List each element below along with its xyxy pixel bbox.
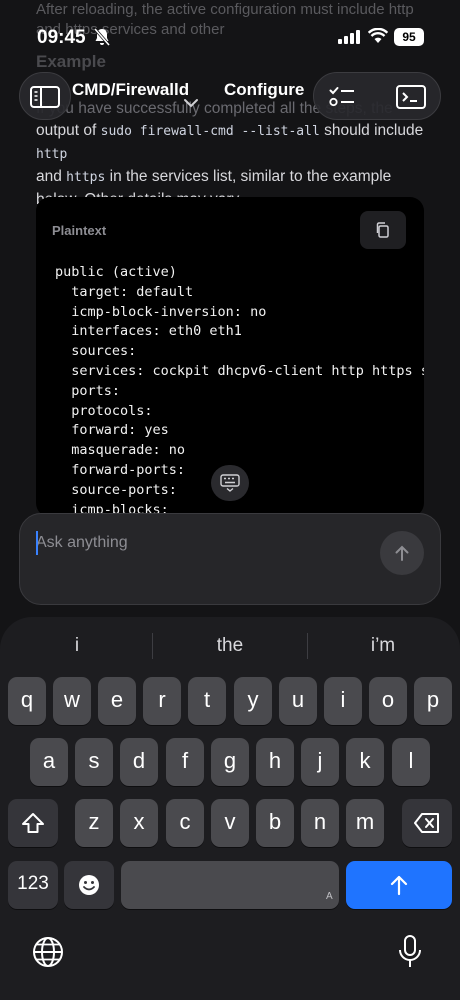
key-h[interactable]: h <box>256 738 294 786</box>
code-line: target: default <box>55 283 194 300</box>
emoji-icon <box>79 875 99 895</box>
keyboard-dismiss-button[interactable] <box>211 465 249 501</box>
key-a[interactable]: a <box>30 738 68 786</box>
suggestion-divider <box>152 633 153 659</box>
space-key-hint: A <box>326 891 333 902</box>
key-x[interactable]: x <box>120 799 158 847</box>
key-e[interactable]: e <box>98 677 136 725</box>
chat-input-box <box>19 513 441 605</box>
code-line: protocols: <box>55 402 153 419</box>
key-r[interactable]: r <box>143 677 181 725</box>
status-bar: 09:45 95 <box>0 0 460 74</box>
key-i[interactable]: i <box>324 677 362 725</box>
numbers-key[interactable]: 123 <box>8 861 58 909</box>
code-line: interfaces: eth0 eth1 <box>55 323 242 340</box>
signal-icon <box>338 30 360 44</box>
code-line: forward: yes <box>55 422 169 439</box>
key-z[interactable]: z <box>75 799 113 847</box>
suggestion-3[interactable]: i’m <box>308 635 458 657</box>
return-arrow-icon <box>390 875 408 896</box>
code-line: ports: <box>55 382 121 399</box>
keyboard-dismiss-icon <box>220 474 240 492</box>
key-l[interactable]: l <box>392 738 430 786</box>
wifi-icon <box>368 28 388 43</box>
emoji-key[interactable] <box>64 861 114 909</box>
article-text: should include <box>319 122 424 139</box>
key-m[interactable]: m <box>346 799 384 847</box>
key-c[interactable]: c <box>166 799 204 847</box>
key-v[interactable]: v <box>211 799 249 847</box>
checklist-icon[interactable] <box>329 86 355 108</box>
microphone-icon[interactable] <box>396 934 424 970</box>
top-right-controls <box>313 72 441 120</box>
key-y[interactable]: y <box>234 677 272 725</box>
globe-icon[interactable] <box>31 935 65 969</box>
send-button[interactable] <box>380 531 424 575</box>
next-page-title[interactable]: Configure <box>224 80 304 100</box>
battery-indicator: 95 <box>394 28 424 46</box>
inline-code-command: sudo firewall-cmd --list-all <box>100 124 320 139</box>
terminal-icon[interactable] <box>396 85 426 109</box>
key-p[interactable]: p <box>414 677 452 725</box>
backspace-icon <box>414 813 439 833</box>
status-time: 09:45 <box>37 27 86 48</box>
code-line: masquerade: no <box>55 442 186 459</box>
key-d[interactable]: d <box>120 738 158 786</box>
key-s[interactable]: s <box>75 738 113 786</box>
key-n[interactable]: n <box>301 799 339 847</box>
code-line: services: cockpit dhcpv6-client http htt… <box>55 362 424 379</box>
sidebar-icon <box>30 86 60 108</box>
sidebar-button[interactable] <box>19 72 71 120</box>
copy-icon <box>376 222 389 238</box>
text-caret <box>36 531 38 555</box>
arrow-up-icon <box>395 545 409 561</box>
shift-icon <box>22 813 44 833</box>
key-q[interactable]: q <box>8 677 46 725</box>
ask-input[interactable] <box>36 532 356 554</box>
key-t[interactable]: t <box>188 677 226 725</box>
key-k[interactable]: k <box>346 738 384 786</box>
key-u[interactable]: u <box>279 677 317 725</box>
article-text: output of <box>36 122 101 139</box>
backspace-key[interactable] <box>402 799 452 847</box>
key-f[interactable]: f <box>166 738 204 786</box>
page-title[interactable]: CMD/Firewalld <box>72 80 189 100</box>
chevron-down-icon[interactable] <box>183 98 199 108</box>
space-key[interactable] <box>121 861 339 909</box>
code-line: sources: <box>55 343 137 360</box>
key-o[interactable]: o <box>369 677 407 725</box>
code-line: public (active) <box>55 264 177 280</box>
article-text: and <box>36 168 67 185</box>
shift-key[interactable] <box>8 799 58 847</box>
key-g[interactable]: g <box>211 738 249 786</box>
code-line: icmp-block-inversion: no <box>55 303 267 320</box>
return-key[interactable] <box>346 861 452 909</box>
key-b[interactable]: b <box>256 799 294 847</box>
suggestion-2[interactable]: the <box>155 635 305 657</box>
bell-slash-icon <box>93 28 111 46</box>
inline-code-https: https <box>66 170 106 185</box>
code-language-label: Plaintext <box>52 223 107 238</box>
suggestion-1[interactable]: i <box>2 635 152 657</box>
inline-code-http: http <box>36 147 68 162</box>
copy-code-button[interactable] <box>360 211 406 249</box>
key-w[interactable]: w <box>53 677 91 725</box>
key-j[interactable]: j <box>301 738 339 786</box>
